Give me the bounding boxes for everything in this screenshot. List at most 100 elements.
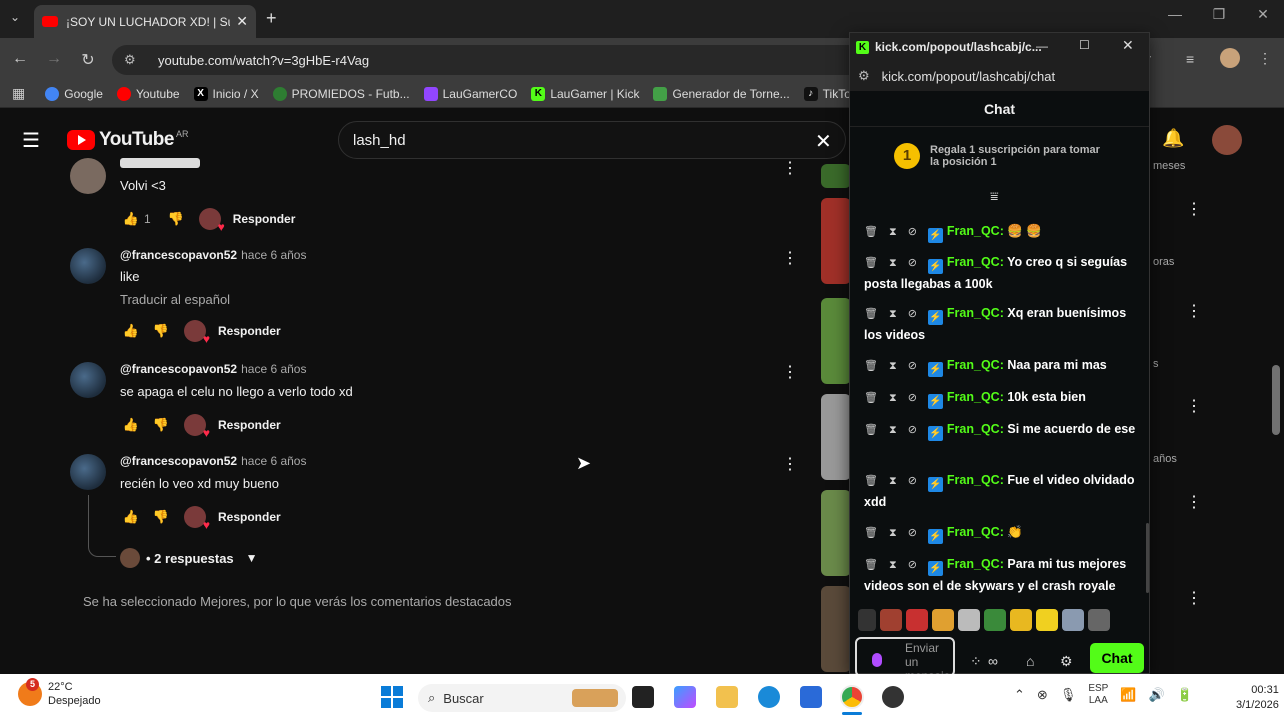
ban-icon[interactable]: ⊘ <box>908 308 917 320</box>
send-chat-button[interactable]: Chat <box>1090 643 1144 673</box>
video-thumbnail[interactable] <box>821 394 851 480</box>
browser-tab-active[interactable]: ¡SOY UN LUCHADOR XD! | Sup ✕ <box>34 5 256 38</box>
youtube-logo[interactable]: YouTube AR <box>67 129 188 151</box>
delete-icon[interactable]: 🗑 <box>864 424 878 436</box>
video-thumbnail[interactable] <box>821 198 851 284</box>
chat-username[interactable]: Fran_QC: <box>947 224 1004 238</box>
microphone-icon[interactable]: 🎙 <box>1060 687 1077 703</box>
bookmark-youtube[interactable]: Youtube <box>116 86 180 101</box>
timeout-icon[interactable]: ⧗ <box>889 475 897 487</box>
delete-icon[interactable]: 🗑 <box>864 226 878 238</box>
new-tab-button[interactable]: + <box>266 8 277 29</box>
bookmark-x[interactable]: X Inicio / X <box>193 86 259 101</box>
bookmark-generator[interactable]: Generador de Torne... <box>653 86 790 101</box>
timeout-icon[interactable]: ⧗ <box>889 226 897 238</box>
delete-icon[interactable]: 🗑 <box>864 527 878 539</box>
translate-link[interactable]: Traducir al español <box>120 292 230 307</box>
account-avatar[interactable] <box>1212 125 1242 155</box>
apps-grid-icon[interactable]: ▦ <box>12 85 25 102</box>
delete-icon[interactable]: 🗑 <box>864 392 878 404</box>
video-menu-icon[interactable]: ⋮ <box>1186 396 1202 416</box>
popup-close-icon[interactable]: ✕ <box>1122 37 1134 54</box>
video-thumbnail[interactable] <box>821 586 851 672</box>
weather-widget[interactable]: 5 22°C Despejado <box>18 678 101 708</box>
chat-username[interactable]: Fran_QC: <box>947 306 1004 320</box>
chat-username[interactable]: Fran_QC: <box>947 422 1004 436</box>
avatar[interactable] <box>70 248 106 284</box>
playlist-icon[interactable]: ≡ <box>1186 51 1194 67</box>
ban-icon[interactable]: ⊘ <box>908 226 917 238</box>
bookmark-twitch[interactable]: LauGamerCO <box>423 86 517 101</box>
like-icon[interactable]: 👍 <box>120 323 142 339</box>
volume-icon[interactable]: 🔊 <box>1149 687 1165 703</box>
chat-username[interactable]: Fran_QC: <box>947 255 1004 269</box>
dislike-icon[interactable]: 👎 <box>150 417 172 433</box>
timeout-icon[interactable]: ⧗ <box>889 360 897 372</box>
delete-icon[interactable]: 🗑 <box>864 257 878 269</box>
avatar[interactable] <box>70 454 106 490</box>
avatar[interactable] <box>70 362 106 398</box>
video-thumbnail[interactable] <box>821 490 851 576</box>
ban-icon[interactable]: ⊘ <box>908 392 917 404</box>
emote-icon[interactable] <box>906 609 928 631</box>
like-icon[interactable]: 👍 <box>120 509 142 525</box>
reload-icon[interactable]: ↻ <box>76 50 100 70</box>
video-menu-icon[interactable]: ⋮ <box>1186 588 1202 608</box>
menu-dots-icon[interactable]: ⋮ <box>1258 50 1272 67</box>
emote-icon[interactable] <box>984 609 1006 631</box>
settings-gear-icon[interactable]: ⚙ <box>1060 653 1073 670</box>
timeout-icon[interactable]: ⧗ <box>889 308 897 320</box>
store-icon[interactable]: ⌂ <box>1026 653 1034 669</box>
popup-address-bar[interactable]: ⚙ kick.com/popout/lashcabj/chat <box>850 61 1149 91</box>
emote-icon[interactable] <box>880 609 902 631</box>
emote-icon[interactable] <box>958 609 980 631</box>
network-off-icon[interactable]: ⊗ <box>1037 687 1048 703</box>
comment-author-badge[interactable] <box>120 158 200 168</box>
hamburger-menu-icon[interactable]: ☰ <box>22 128 40 153</box>
dislike-icon[interactable]: 👎 <box>150 509 172 525</box>
emote-icon[interactable] <box>858 609 876 631</box>
video-thumbnail[interactable] <box>821 298 851 384</box>
comment-author[interactable]: @francescopavon52 <box>120 248 237 262</box>
language-indicator[interactable]: ESP LAA <box>1088 683 1108 707</box>
store-icon[interactable] <box>800 686 822 708</box>
comment-author[interactable]: @francescopavon52 <box>120 454 237 468</box>
video-menu-icon[interactable]: ⋮ <box>1186 492 1202 512</box>
chat-input[interactable]: Enviar un mensaje <box>855 637 955 677</box>
site-settings-icon[interactable]: ⚙ <box>124 52 140 68</box>
comment-author[interactable]: @francescopavon52 <box>120 362 237 376</box>
video-menu-icon[interactable]: ⋮ <box>1186 199 1202 219</box>
bookmark-google[interactable]: Google <box>45 86 103 101</box>
video-thumbnail[interactable] <box>821 164 851 188</box>
bookmark-kick[interactable]: K LauGamer | Kick <box>531 86 639 101</box>
avatar[interactable] <box>70 158 106 194</box>
bookmark-promiedos[interactable]: PROMIEDOS - Futb... <box>272 86 410 101</box>
emote-icon[interactable] <box>1010 609 1032 631</box>
delete-icon[interactable]: 🗑 <box>864 360 878 372</box>
taskbar-search[interactable]: ⌕ Buscar <box>418 684 626 712</box>
task-view-icon[interactable] <box>632 686 654 708</box>
battery-icon[interactable]: 🔋 <box>1177 687 1193 703</box>
forward-icon[interactable]: → <box>42 50 66 68</box>
ban-icon[interactable]: ⊘ <box>908 559 917 571</box>
infinity-icon[interactable]: ∞ <box>988 653 998 669</box>
like-icon[interactable]: 👍 <box>120 211 142 227</box>
chat-username[interactable]: Fran_QC: <box>947 525 1004 539</box>
chat-username[interactable]: Fran_QC: <box>947 557 1004 571</box>
emote-icon[interactable] <box>1088 609 1110 631</box>
clear-search-icon[interactable]: ✕ <box>815 129 832 154</box>
search-input[interactable]: lash_hd <box>338 121 846 159</box>
comment-menu-icon[interactable]: ⋮ <box>782 248 798 268</box>
minimize-icon[interactable]: — <box>1160 6 1190 22</box>
delete-icon[interactable]: 🗑 <box>864 559 878 571</box>
stars-icon[interactable]: ⁘ <box>970 653 982 670</box>
reply-button[interactable]: Responder <box>218 510 281 524</box>
pinned-collapse-icon[interactable]: ⩸ <box>990 188 999 205</box>
replies-toggle-button[interactable]: • 2 respuestas ▼ <box>120 548 258 568</box>
chat-scrollbar[interactable] <box>1146 523 1149 593</box>
reply-button[interactable]: Responder <box>218 324 281 338</box>
page-scrollbar[interactable] <box>1272 365 1280 435</box>
site-settings-icon[interactable]: ⚙ <box>858 68 870 84</box>
close-tab-icon[interactable]: ✕ <box>236 13 248 30</box>
edge-icon[interactable] <box>758 686 780 708</box>
